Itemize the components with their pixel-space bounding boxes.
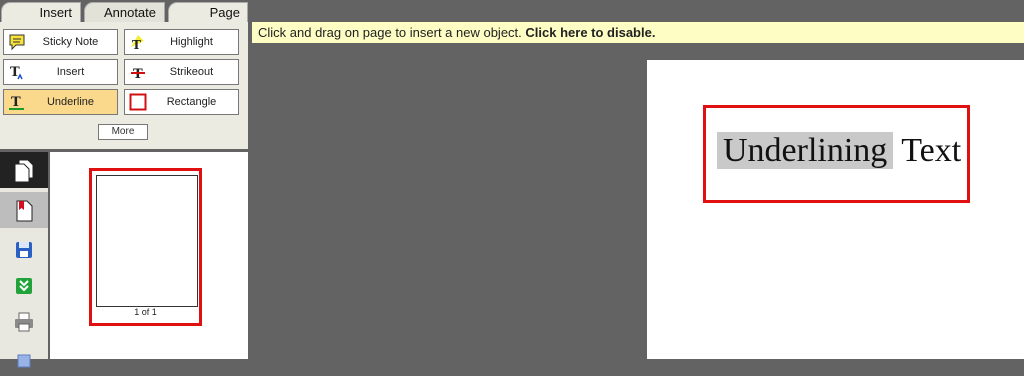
tab-insert[interactable]: Insert — [1, 2, 81, 22]
insert-text-button[interactable]: T Insert — [3, 59, 118, 85]
pages-icon — [14, 159, 34, 183]
highlight-icon: T — [129, 33, 147, 52]
underline-annotation[interactable]: Underlining Text — [703, 105, 970, 203]
print-button[interactable] — [0, 304, 48, 340]
rectangle-label: Rectangle — [166, 96, 217, 108]
strikeout-icon: T — [129, 63, 147, 82]
sidebar-icon-strip — [0, 152, 48, 368]
tab-annotate-label: Annotate — [103, 5, 156, 20]
bookmarks-button[interactable] — [0, 192, 48, 228]
thumbnail-page[interactable] — [96, 175, 198, 307]
strikeout-button[interactable]: T Strikeout — [124, 59, 239, 85]
strikeout-label: Strikeout — [169, 66, 214, 78]
document-page[interactable]: Underlining Text — [647, 60, 1024, 359]
save-button[interactable] — [0, 232, 48, 268]
tab-page-label: Page — [209, 5, 240, 20]
pages-button[interactable] — [0, 152, 48, 188]
tab-insert-label: Insert — [39, 5, 72, 20]
rectangle-button[interactable]: Rectangle — [124, 89, 239, 115]
underline-icon: T — [8, 93, 26, 111]
download-button[interactable] — [0, 268, 48, 304]
more-button[interactable]: More — [98, 124, 148, 140]
insert-notice-bar: Click and drag on page to insert a new o… — [252, 22, 1024, 43]
highlight-button[interactable]: T Highlight — [124, 29, 239, 55]
sticky-note-label: Sticky Note — [42, 36, 99, 48]
underline-label: Underline — [46, 96, 95, 108]
more-icon — [17, 354, 31, 368]
highlight-label: Highlight — [170, 36, 213, 48]
sticky-note-button[interactable]: Sticky Note — [3, 29, 118, 55]
insert-text-icon: T — [8, 63, 26, 81]
svg-text:T: T — [11, 95, 21, 110]
annotation-tools: Sticky Note T Highlight T Insert T Strik… — [0, 22, 248, 152]
more-sidebar-button[interactable] — [0, 340, 48, 376]
plain-text: Text — [901, 132, 962, 169]
rectangle-icon — [129, 93, 147, 111]
tab-annotate[interactable]: Annotate — [84, 2, 165, 22]
underlined-text: Underlining — [717, 132, 894, 169]
underline-button[interactable]: T Underline — [3, 89, 118, 115]
left-panel: Insert Annotate Page Sticky Note T Highl… — [0, 0, 248, 368]
save-icon — [16, 242, 32, 258]
disable-link[interactable]: Click here to disable. — [525, 25, 655, 40]
sticky-note-icon — [8, 33, 26, 51]
download-icon — [16, 278, 32, 294]
page-thumbnail[interactable]: 1 of 1 — [89, 168, 202, 326]
insert-text-label: Insert — [56, 66, 85, 78]
print-icon — [15, 312, 33, 332]
tab-page[interactable]: Page — [168, 2, 248, 22]
document-text: Underlining Text — [717, 130, 961, 172]
tab-bar: Insert Annotate Page — [0, 0, 248, 22]
bookmark-pages-icon — [16, 200, 33, 222]
thumbnail-panel: 1 of 1 — [50, 152, 248, 359]
notice-text: Click and drag on page to insert a new o… — [258, 25, 522, 40]
svg-text:T: T — [132, 38, 141, 51]
page-counter: 1 of 1 — [134, 307, 157, 317]
